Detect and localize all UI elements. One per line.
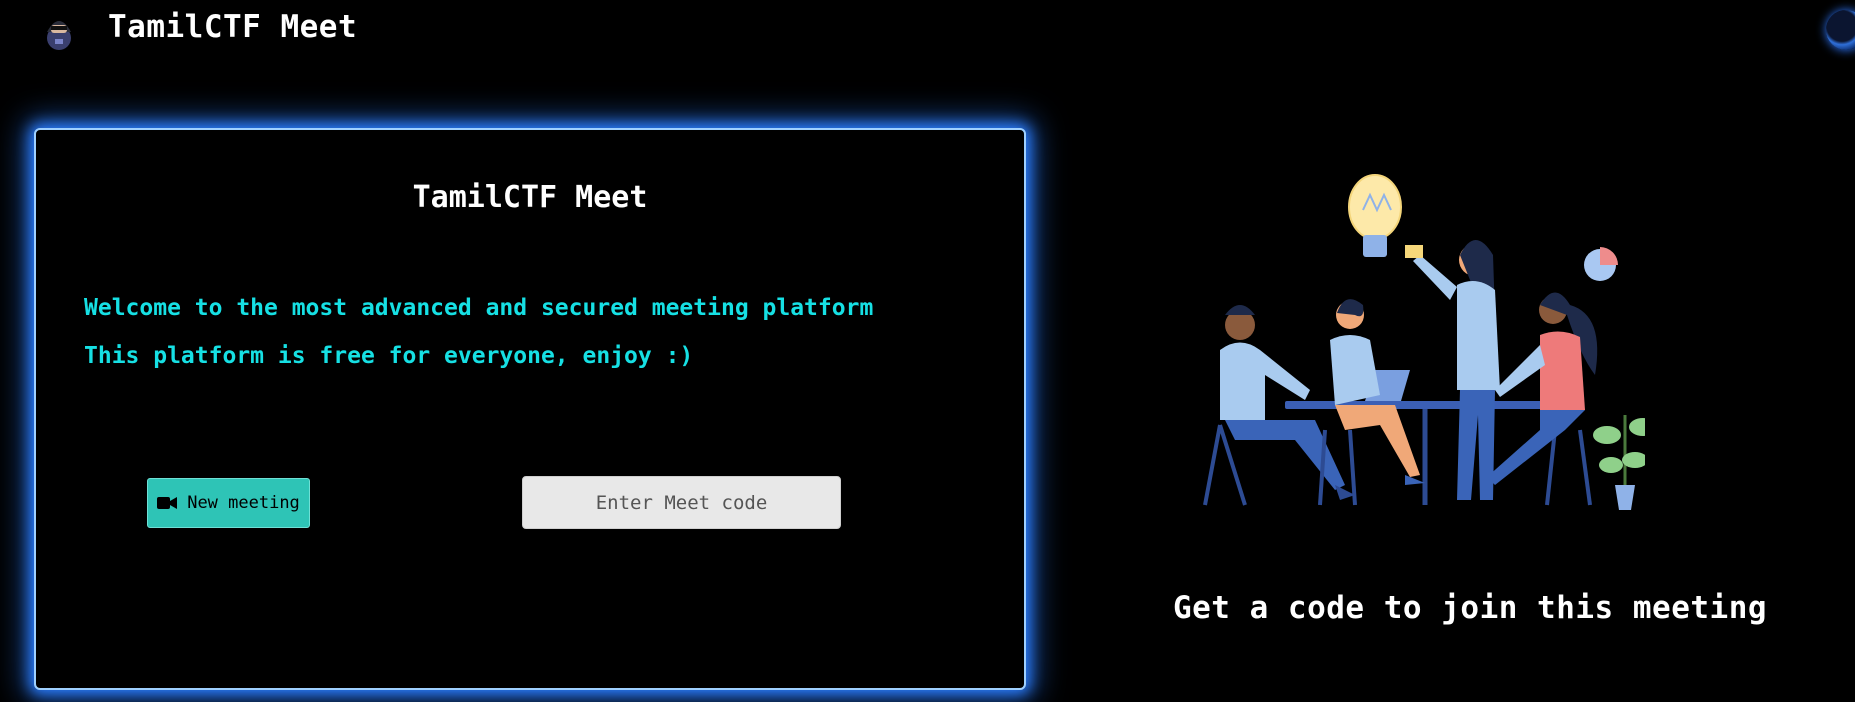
card-title: TamilCTF Meet <box>412 180 648 215</box>
app-title: TamilCTF Meet <box>108 9 358 45</box>
top-bar: TamilCTF Meet <box>0 0 1855 60</box>
team-meeting-illustration <box>1203 174 1645 510</box>
new-meeting-label: New meeting <box>187 493 300 513</box>
account-avatar-icon[interactable] <box>1826 10 1855 50</box>
light-bulb-icon <box>1348 174 1402 257</box>
potted-plant-icon <box>1593 415 1645 510</box>
video-camera-icon <box>157 497 178 509</box>
meet-code-input[interactable] <box>522 476 841 529</box>
person-standing <box>1405 240 1500 500</box>
meeting-table <box>1285 401 1555 409</box>
new-meeting-button[interactable]: New meeting <box>147 478 310 528</box>
welcome-message: Welcome to the most advanced and secured… <box>84 295 874 321</box>
join-caption: Get a code to join this meeting <box>1172 590 1768 626</box>
meet-landing-page: TamilCTF Meet TamilCTF Meet Welcome to t… <box>0 0 1855 702</box>
hacker-avatar-icon <box>47 21 71 50</box>
free-platform-message: This platform is free for everyone, enjo… <box>84 343 694 369</box>
pie-chart-icon <box>1584 247 1618 281</box>
person-seated-right <box>1487 292 1598 506</box>
meeting-card: TamilCTF Meet Welcome to the most advanc… <box>34 128 1026 690</box>
